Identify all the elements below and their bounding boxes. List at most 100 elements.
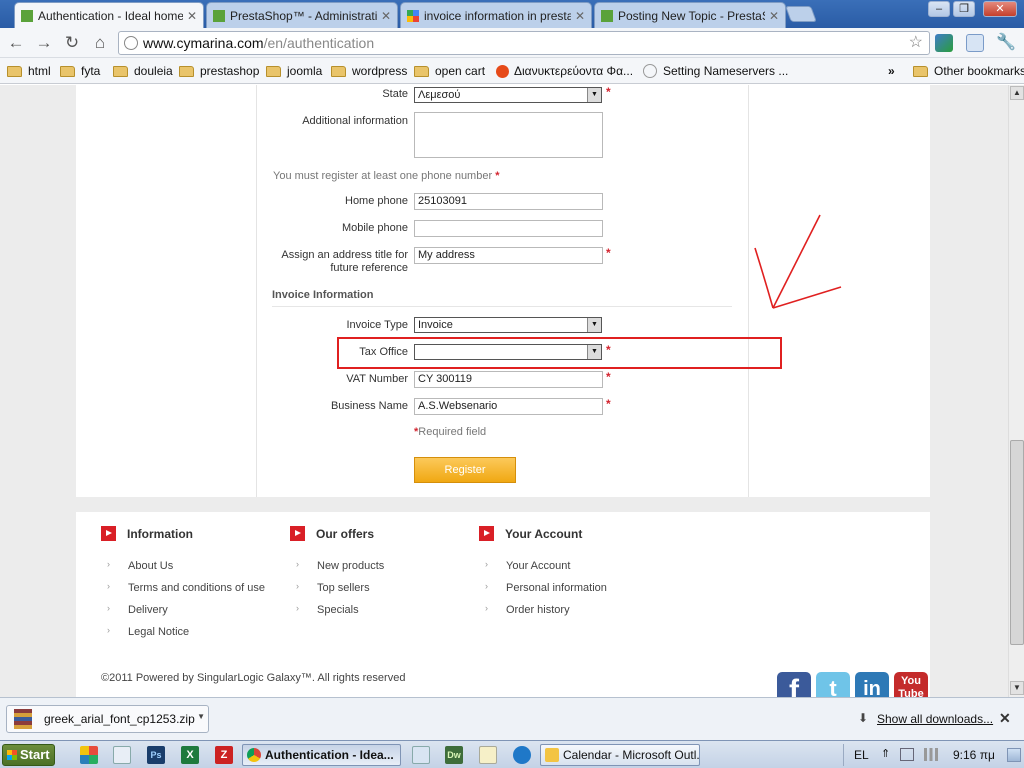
- dreamweaver-icon[interactable]: Dw: [445, 746, 463, 764]
- business-name-label: Business Name: [330, 400, 408, 412]
- close-tab-icon[interactable]: ✕: [381, 9, 391, 23]
- extension-icon[interactable]: [966, 34, 984, 52]
- bookmark-other-bookmarks[interactable]: Other bookmarks: [913, 62, 1024, 80]
- back-arrow-icon[interactable]: ←: [5, 32, 27, 54]
- download-item[interactable]: greek_arial_font_cp1253.zip ▼: [6, 705, 209, 733]
- bookmark-wordpress[interactable]: wordpress: [331, 62, 407, 80]
- tab-prestashop-admin[interactable]: PrestaShop™ - Administration ✕: [206, 2, 398, 28]
- footer-link-legal-notice[interactable]: › Legal Notice: [107, 625, 189, 638]
- arrow-bullet-icon: [479, 526, 494, 541]
- close-tab-icon[interactable]: ✕: [769, 9, 779, 23]
- excel-icon[interactable]: X: [181, 746, 199, 764]
- scroll-down-icon[interactable]: ▼: [1010, 681, 1024, 695]
- footer-link-your-account[interactable]: › Your Account: [485, 559, 570, 572]
- new-tab-button[interactable]: [785, 6, 817, 22]
- copyright-text: ©2011 Powered by SingularLogic Galaxy™. …: [101, 672, 406, 684]
- taskbar-chrome-window[interactable]: Authentication - Idea...: [242, 744, 401, 766]
- tab-posting-new-topic[interactable]: Posting New Topic - PrestaSho ✕: [594, 2, 786, 28]
- network-icon[interactable]: [900, 748, 914, 761]
- footer-link-new-products[interactable]: › New products: [296, 559, 384, 572]
- page-viewport: State Λεμεσού ▼ * Additional information…: [0, 85, 1008, 697]
- bookmark-fyta[interactable]: fyta: [60, 62, 100, 80]
- close-window-button[interactable]: ✕: [983, 1, 1017, 17]
- folder-icon: [414, 65, 429, 77]
- bookmark-douleia[interactable]: douleia: [113, 62, 173, 80]
- address-alias-label: Assign an address title for future refer…: [281, 249, 408, 274]
- show-all-downloads-link[interactable]: Show all downloads...: [877, 712, 993, 726]
- photos-icon[interactable]: [80, 746, 98, 764]
- forward-arrow-icon[interactable]: →: [33, 32, 55, 54]
- restore-button[interactable]: ❐: [953, 1, 975, 17]
- zip-archive-icon: [14, 709, 32, 729]
- bookmark-joomla[interactable]: joomla: [266, 62, 322, 80]
- minimize-button[interactable]: –: [928, 1, 950, 17]
- translate-extension-icon[interactable]: [935, 34, 953, 52]
- close-tab-icon[interactable]: ✕: [187, 9, 197, 23]
- footer-link-terms[interactable]: › Terms and conditions of use: [107, 581, 265, 594]
- chevron-down-icon: ▼: [587, 318, 601, 332]
- bookmark-html[interactable]: html: [7, 62, 51, 80]
- footer-link-about-us[interactable]: › About Us: [107, 559, 173, 572]
- notepad-icon[interactable]: [412, 746, 430, 764]
- bookmarks-overflow-chevron-icon[interactable]: »: [888, 62, 895, 80]
- vat-number-input[interactable]: CY 300119: [414, 371, 603, 388]
- scroll-up-icon[interactable]: ▲: [1010, 86, 1024, 100]
- wrench-icon[interactable]: 🔧: [996, 34, 1016, 52]
- invoice-information-heading: Invoice Information: [272, 289, 374, 301]
- language-indicator[interactable]: EL: [854, 748, 869, 762]
- footer-link-specials[interactable]: › Specials: [296, 603, 359, 616]
- home-icon[interactable]: ⌂: [89, 32, 111, 54]
- scrollbar-thumb[interactable]: [1010, 440, 1024, 645]
- twitter-icon[interactable]: t: [816, 672, 850, 697]
- windows-taskbar: Start Ps X Z Authentication - Idea... Dw…: [0, 740, 1024, 768]
- notes-icon[interactable]: [479, 746, 497, 764]
- footer-link-personal-information[interactable]: › Personal information: [485, 581, 607, 594]
- filezilla-icon[interactable]: Z: [215, 746, 233, 764]
- globe-icon: [643, 64, 657, 78]
- additional-info-textarea[interactable]: [414, 112, 603, 158]
- mobile-phone-input[interactable]: [414, 220, 603, 237]
- photoshop-icon[interactable]: Ps: [147, 746, 165, 764]
- chevron-down-icon[interactable]: ▼: [197, 712, 205, 721]
- internet-explorer-icon[interactable]: [513, 746, 531, 764]
- linkedin-icon[interactable]: in: [855, 672, 889, 697]
- address-bar[interactable]: www.cymarina.com/en/authentication ☆: [118, 31, 930, 55]
- reload-icon[interactable]: ↻: [61, 32, 83, 54]
- show-desktop-icon[interactable]: [1007, 748, 1021, 762]
- start-button[interactable]: Start: [2, 744, 55, 766]
- bookmark-prestashop[interactable]: prestashop: [179, 62, 259, 80]
- signal-icon[interactable]: [924, 748, 938, 761]
- bookmark-greek-site[interactable]: Διανυκτερεύοντα Φα...: [496, 62, 633, 80]
- facebook-icon[interactable]: f: [777, 672, 811, 697]
- close-shelf-icon[interactable]: ✕: [999, 710, 1011, 727]
- footer-link-order-history[interactable]: › Order history: [485, 603, 570, 616]
- desktop-icon[interactable]: [113, 746, 131, 764]
- invoice-type-select[interactable]: Invoice ▼: [414, 317, 602, 333]
- footer-link-top-sellers[interactable]: › Top sellers: [296, 581, 370, 594]
- site-footer: Information › About Us › Terms and conditi…: [76, 512, 930, 697]
- youtube-icon[interactable]: You Tube: [894, 672, 928, 697]
- bookmark-open-cart[interactable]: open cart: [414, 62, 485, 80]
- bookmark-setting-nameservers[interactable]: Setting Nameservers ...: [643, 62, 788, 80]
- arrow-bullet-icon: [101, 526, 116, 541]
- address-alias-input[interactable]: My address: [414, 247, 603, 264]
- register-button[interactable]: Register: [414, 457, 516, 483]
- state-select[interactable]: Λεμεσού ▼: [414, 87, 602, 103]
- additional-info-label: Additional information: [302, 115, 408, 127]
- required-marker: *: [606, 397, 611, 411]
- bookmark-star-icon[interactable]: ☆: [909, 32, 923, 54]
- business-name-input[interactable]: A.S.Websenario: [414, 398, 603, 415]
- home-phone-input[interactable]: 25103091: [414, 193, 603, 210]
- footer-link-delivery[interactable]: › Delivery: [107, 603, 168, 616]
- state-label: State: [382, 88, 408, 100]
- prestashop-favicon-icon: [601, 9, 613, 22]
- taskbar-outlook-window[interactable]: Calendar - Microsoft Outl...: [540, 744, 700, 766]
- tray-expand-icon[interactable]: ⇑: [881, 747, 890, 760]
- calendar-icon: [545, 748, 559, 762]
- tab-authentication[interactable]: Authentication - Ideal home el ✕: [14, 2, 204, 28]
- tab-google-search[interactable]: invoice information in prestash ✕: [400, 2, 592, 28]
- folder-icon: [7, 65, 22, 77]
- clock[interactable]: 9:16 πμ: [953, 748, 995, 762]
- close-tab-icon[interactable]: ✕: [575, 9, 585, 23]
- vertical-scrollbar[interactable]: ▲ ▼: [1008, 85, 1024, 697]
